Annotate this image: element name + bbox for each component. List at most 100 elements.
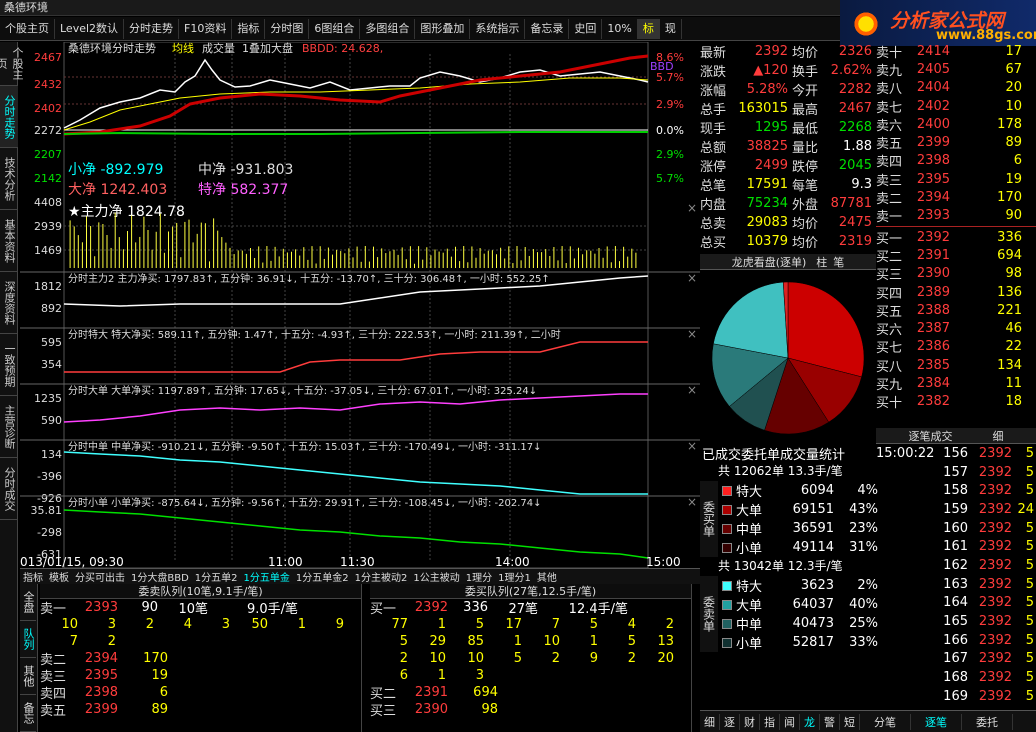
tick-volume: 5: [1025, 464, 1034, 480]
queue-level-price: 2398: [84, 685, 118, 700]
level-label: 买六: [876, 323, 903, 339]
sub-panel-header: 分时大单 大单净买: 1197.89↑, 五分钟: 17.65↓, 十五分: -…: [68, 384, 537, 397]
order-level: 买七 2386 22: [876, 338, 1036, 356]
level-label: 买五: [876, 304, 903, 320]
level-label: 买一: [876, 231, 903, 247]
pie-tab-bar[interactable]: 柱: [816, 254, 827, 270]
level-label: 买十: [876, 396, 903, 412]
tick-price: 2392: [978, 688, 1012, 704]
leftnav-item-2[interactable]: 技术分析: [0, 148, 18, 210]
level-label: 买四: [876, 286, 903, 302]
pct-axis-label: 0.0%: [656, 124, 684, 137]
toolbar-btn-2[interactable]: 分时走势: [124, 18, 180, 39]
leftnav-item-7[interactable]: 分时成交: [0, 458, 18, 520]
toolbar-btn-14[interactable]: 现: [660, 18, 682, 39]
toolbar-btn-3[interactable]: F10资料: [179, 18, 233, 39]
leftnav-item-3[interactable]: 基本资料: [0, 210, 18, 272]
sub-axis-label: 134: [41, 448, 62, 461]
queue-level-volume: 6: [159, 685, 168, 700]
level-volume: 10: [1005, 98, 1022, 114]
quote-value: 1295: [754, 120, 788, 135]
toolbar-btn-9[interactable]: 系统指示: [470, 18, 526, 39]
order-level: 买四 2389 136: [876, 283, 1036, 302]
indicator-tab-6[interactable]: 1分五单金2: [293, 569, 352, 584]
sub-series-line: [64, 341, 648, 373]
sub-axis-label: 35.81: [31, 504, 63, 517]
chart-title: 桑德环境分时走势: [68, 42, 156, 55]
right-tab-7[interactable]: 短: [840, 713, 860, 730]
toolbar-btn-0[interactable]: 个股主页: [0, 18, 55, 39]
toolbar-btn-12[interactable]: 10%: [602, 18, 638, 39]
queue-level-price: 2395: [84, 668, 118, 683]
indicator-tab-7[interactable]: 1分主被动2: [352, 569, 411, 584]
indicator-tab-8[interactable]: 1公主被动: [410, 569, 462, 584]
right-tab-4[interactable]: 闻: [780, 713, 800, 730]
quote-key: 均价: [792, 46, 819, 61]
quote-row: 涨跌 ▲120 换手 2.62%: [700, 61, 876, 80]
indicator-tab-5[interactable]: 1分五单金: [241, 569, 293, 584]
queue-grid-cell: 7: [551, 617, 560, 632]
queue-side-tab-3[interactable]: 备忘: [20, 695, 36, 732]
sub-series-line: [63, 451, 648, 495]
stats-label: 小单: [736, 542, 763, 557]
right-tab-5[interactable]: 龙: [800, 713, 820, 730]
tick-list: 逐笔成交细 15:00:22 156 2392 5 157 2392 5 158 2392 5 159…: [876, 428, 1036, 714]
right-tab-3[interactable]: 指: [760, 713, 780, 730]
quote-value: 38825: [746, 139, 788, 154]
pie-tab-trades[interactable]: 笔: [833, 254, 844, 270]
toolbar-btn-11[interactable]: 史回: [569, 18, 603, 39]
queue-grid-cell: 2: [627, 651, 636, 666]
queue-grid-cell: 4: [627, 617, 636, 632]
dragon-tiger-panel: 龙虎看盘(逐单) 柱 笔: [700, 254, 876, 444]
queue-grid-cell: 7: [69, 634, 78, 649]
queue-grid-cell: 9: [335, 617, 344, 632]
level-volume: 67: [1005, 61, 1022, 77]
order-level: 买八 2385 134: [876, 356, 1036, 375]
indicator-tab-11[interactable]: 其他: [534, 569, 560, 584]
quote-value: 9.3: [851, 177, 872, 192]
right-tab-0[interactable]: 细: [700, 713, 720, 730]
toolbar-btn-6[interactable]: 6图组合: [309, 18, 361, 39]
level-price: 2400: [916, 116, 950, 132]
toolbar-btn-1[interactable]: Level2数认: [55, 18, 125, 39]
indicator-tab-9[interactable]: 1理分: [463, 569, 495, 584]
toolbar-btn-7[interactable]: 多图组合: [360, 18, 416, 39]
stats-pct: 31%: [849, 540, 878, 555]
level-price: 2387: [916, 321, 950, 337]
right-tab-1[interactable]: 逐: [720, 713, 740, 730]
toolbar-btn-4[interactable]: 指标: [232, 18, 266, 39]
quote-value: 2319: [838, 234, 872, 249]
leftnav-item-4[interactable]: 深度资料: [0, 272, 18, 334]
indicator-tab-2[interactable]: 分买可出击: [72, 569, 128, 584]
queue-side-tab-2[interactable]: 其他: [20, 658, 36, 695]
leftnav-item-6[interactable]: 主营诊断: [0, 396, 18, 458]
leftnav-item-5[interactable]: 一致预期: [0, 334, 18, 396]
indicator-tab-1[interactable]: 模板: [46, 569, 72, 584]
queue-side-tab-0[interactable]: 全盘: [20, 584, 36, 621]
toolbar-btn-10[interactable]: 备忘录: [525, 18, 570, 39]
right-tab-6[interactable]: 警: [820, 713, 840, 730]
sub-axis-label: -396: [37, 470, 62, 483]
toolbar-btn-8[interactable]: 图形叠加: [415, 18, 471, 39]
right-tab-2[interactable]: 财: [740, 713, 760, 730]
swatch: [722, 599, 732, 610]
leftnav-item-0[interactable]: 个股主页: [0, 42, 24, 86]
queue-grid-cell: 5: [513, 651, 522, 666]
indicator-tab-4[interactable]: 1分五单2: [192, 569, 241, 584]
queue-head-cell: 2393: [84, 600, 118, 615]
tick-tag[interactable]: 细: [993, 428, 1004, 444]
indicator-tab-0[interactable]: 指标: [20, 569, 46, 584]
queue-side-tab-1[interactable]: 队列: [20, 621, 36, 658]
quote-row: 涨幅 5.28% 今开 2282: [700, 80, 876, 99]
leftnav-item-1[interactable]: 分时走势: [0, 86, 18, 148]
toolbar-btn-13[interactable]: 标: [637, 18, 660, 39]
intraday-chart[interactable]: 桑德环境分时走势 均线 成交量 1叠加大盘 BBDD: 24.628, 2467 2432 2…: [20, 41, 700, 569]
queue-grid-row: 72: [40, 633, 361, 650]
right-tab-8[interactable]: 分笔: [860, 713, 911, 730]
indicator-tab-3[interactable]: 1分大盘BBD: [128, 569, 192, 584]
right-tab-10[interactable]: 委托: [962, 713, 1013, 730]
right-tab-9[interactable]: 逐笔: [911, 713, 962, 730]
indicator-tab-10[interactable]: 1理分1: [495, 569, 534, 584]
queue-head-cell: 27笔: [508, 602, 538, 617]
toolbar-btn-5[interactable]: 分时图: [265, 18, 310, 39]
